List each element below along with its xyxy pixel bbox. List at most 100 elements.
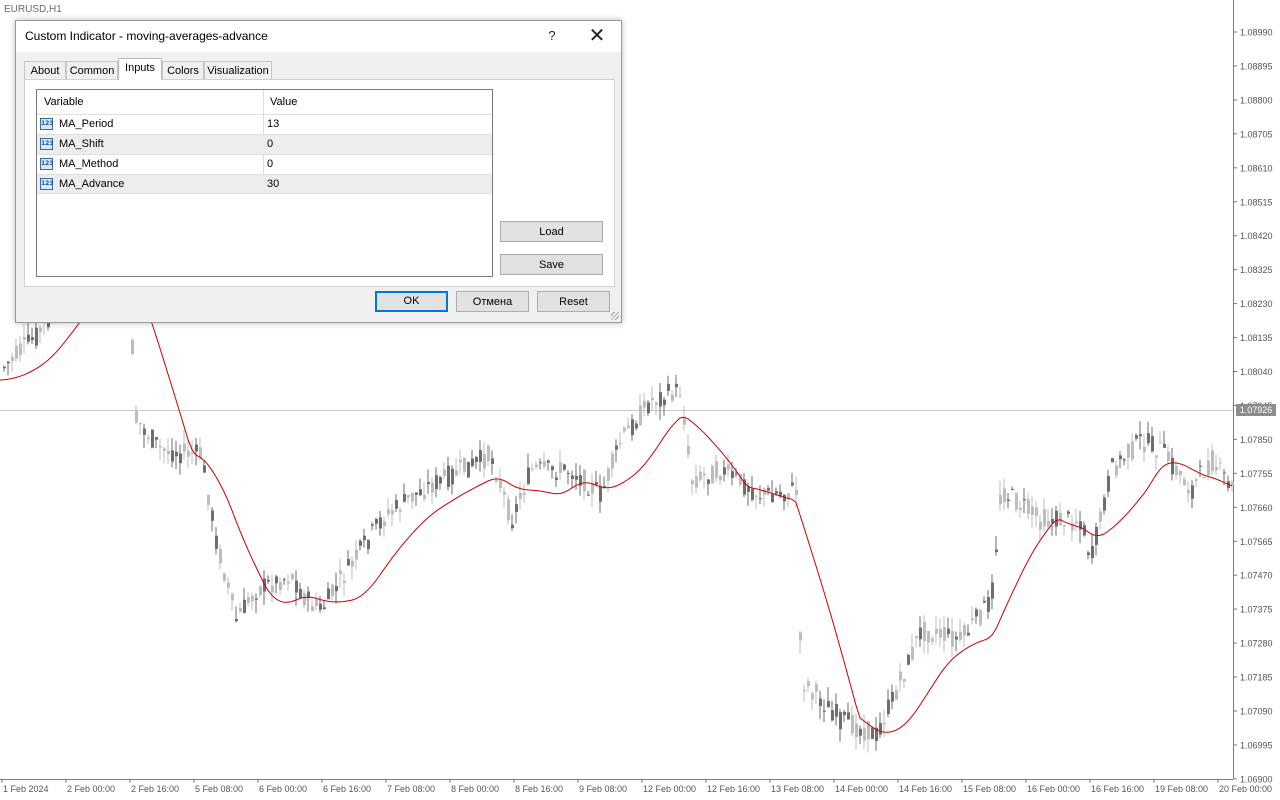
table-row[interactable]: 123 MA_Advance 30 [37, 174, 492, 194]
tab-about[interactable]: About [24, 61, 66, 79]
candle-body [1175, 465, 1178, 476]
load-button[interactable]: Load [500, 221, 603, 242]
integer-type-icon: 123 [40, 138, 54, 150]
candle-body [463, 457, 466, 472]
variable-value[interactable]: 0 [267, 138, 273, 150]
price-label: 1.08230 [1240, 299, 1273, 309]
candle-body [435, 475, 438, 489]
candle-body [975, 609, 978, 617]
candle-body [935, 628, 938, 634]
candle-body [291, 574, 294, 580]
variable-value[interactable]: 30 [267, 178, 279, 190]
variable-value[interactable]: 13 [267, 118, 279, 130]
candle-body [315, 599, 318, 606]
save-button[interactable]: Save [500, 254, 603, 275]
candle-body [623, 427, 626, 432]
help-button[interactable]: ? [541, 26, 563, 46]
candle-body [439, 477, 442, 484]
candle-body [1191, 485, 1194, 499]
time-label: 9 Feb 08:00 [579, 784, 627, 794]
candle-body [679, 395, 682, 397]
candle-body [663, 399, 666, 406]
candle-body [827, 701, 830, 708]
candle-body [927, 630, 930, 643]
candle-body [275, 576, 278, 584]
candle-body [647, 402, 650, 414]
candle-body [1011, 488, 1014, 490]
candle-body [27, 334, 30, 342]
candle-body [1211, 450, 1214, 471]
time-axis: 1 Feb 2024 2 Feb 00:00 2 Feb 16:00 5 Feb 08… [1, 779, 1272, 794]
candle-body [527, 467, 530, 484]
candle-body [163, 448, 166, 451]
candle-body [419, 489, 422, 496]
variable-value[interactable]: 0 [267, 158, 273, 170]
candle-body [347, 558, 350, 566]
time-label: 7 Feb 08:00 [387, 784, 435, 794]
inputs-table[interactable]: Variable Value 123 MA_Period 13 123 MA_S… [36, 89, 493, 277]
cancel-button[interactable]: Отмена [456, 291, 529, 312]
candle-body [383, 521, 386, 527]
table-row[interactable]: 123 MA_Shift 0 [37, 134, 492, 154]
variable-name: MA_Method [59, 158, 119, 170]
current-price-tag: 1.07926 [1236, 404, 1276, 416]
candle-body [1007, 499, 1010, 501]
candle-body [727, 464, 730, 470]
variable-name: MA_Advance [59, 178, 125, 190]
candle-body [847, 712, 850, 720]
close-icon[interactable]: ✕ [585, 25, 609, 47]
candle-body [399, 510, 402, 512]
candle-body [295, 580, 298, 593]
price-label: 1.08705 [1240, 129, 1273, 139]
tab-common[interactable]: Common [66, 61, 118, 79]
candle-body [223, 573, 226, 581]
candle-body [271, 585, 274, 593]
ok-button[interactable]: OK [375, 291, 448, 312]
candle-body [1143, 446, 1146, 453]
column-header-variable[interactable]: Variable [44, 96, 84, 108]
candle-body [1159, 442, 1162, 444]
candle-body [635, 423, 638, 429]
candle-body [267, 579, 270, 582]
tab-visualization[interactable]: Visualization [204, 61, 272, 79]
price-label: 1.06995 [1240, 740, 1273, 750]
table-row[interactable]: 123 MA_Method 0 [37, 154, 492, 174]
price-label: 1.08895 [1240, 61, 1273, 71]
tab-inputs[interactable]: Inputs [118, 58, 162, 80]
candle-body [943, 627, 946, 641]
candle-body [695, 476, 698, 488]
candle-body [395, 500, 398, 509]
resize-grip[interactable] [611, 312, 619, 320]
candle-body [319, 603, 322, 610]
candle-body [415, 492, 418, 495]
variable-name: MA_Shift [59, 138, 104, 150]
reset-button[interactable]: Reset [537, 291, 610, 312]
time-label: 14 Feb 16:00 [899, 784, 952, 794]
candle-body [143, 428, 146, 435]
candle-body [723, 467, 726, 475]
candle-body [359, 540, 362, 546]
candle-body [1151, 436, 1154, 452]
candle-body [895, 690, 898, 700]
column-header-value[interactable]: Value [270, 96, 297, 108]
candle-body [283, 579, 286, 581]
candle-body [1131, 441, 1134, 460]
candle-body [771, 493, 774, 503]
candle-body [219, 548, 222, 564]
candle-body [147, 437, 150, 440]
candle-body [183, 443, 186, 452]
candle-body [427, 482, 430, 484]
tab-colors[interactable]: Colors [162, 61, 204, 79]
integer-type-icon: 123 [40, 178, 54, 190]
candle-body [151, 429, 154, 448]
candle-body [811, 693, 814, 700]
candle-body [711, 465, 714, 484]
candle-body [859, 728, 862, 736]
price-label: 1.07470 [1240, 571, 1273, 581]
candle-body [243, 599, 246, 613]
candle-body [227, 582, 230, 588]
candle-body [355, 549, 358, 560]
candle-body [379, 517, 382, 529]
dialog-titlebar[interactable]: Custom Indicator - moving-averages-advan… [16, 21, 621, 52]
table-row[interactable]: 123 MA_Period 13 [37, 114, 492, 134]
